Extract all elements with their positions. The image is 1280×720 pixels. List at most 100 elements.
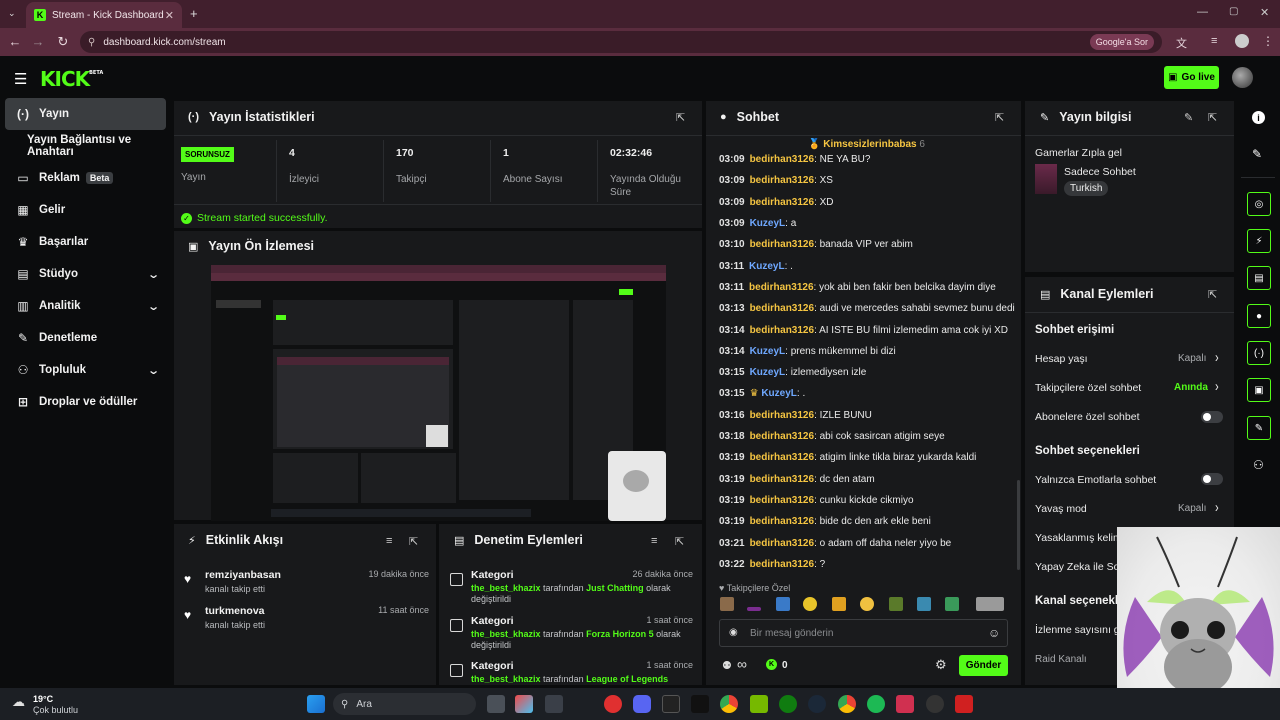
emote[interactable] [832,597,846,611]
spotify-icon[interactable] [867,695,885,713]
popout-icon[interactable]: ⇱ [1208,111,1217,124]
rail-chat-button[interactable]: ● [1247,304,1271,328]
popout-icon[interactable]: ⇱ [676,111,685,124]
rail-wrench-button[interactable]: ✎ [1247,416,1271,440]
account-age-label[interactable]: Hesap yaşı [1035,353,1088,365]
xbox-icon[interactable] [779,695,797,713]
profile-icon[interactable] [1235,34,1249,48]
stream-tag[interactable]: Turkish [1064,181,1109,196]
windows-start-icon[interactable] [307,695,325,713]
msg-user[interactable]: bedirhan3126 [750,538,814,549]
msg-user[interactable]: bedirhan3126 [750,303,814,314]
rail-lightning-button[interactable]: ⚡ [1247,229,1271,253]
emote[interactable] [945,597,959,611]
emote[interactable] [747,607,761,611]
app-icon[interactable] [545,695,563,713]
google-sor-button[interactable]: Google'a Sor [1089,34,1154,50]
go-live-button[interactable]: ▣ Go live [1164,66,1219,89]
filter-icon[interactable]: ≡ [386,535,392,547]
translate-icon[interactable]: 文 [1176,35,1187,51]
browser-tab[interactable]: K Stream - Kick Dashboard ✕ [26,2,182,28]
send-button[interactable]: Gönder [959,655,1008,676]
sidebar-item-studyo[interactable]: ▤ Stüdyo ⌄ [5,258,166,290]
rail-camera-button[interactable]: ◎ [1247,192,1271,216]
msg-user[interactable]: bedirhan3126 [750,410,814,421]
task-view-icon[interactable] [487,695,505,713]
rail-actions-button[interactable]: ▣ [1247,378,1271,402]
chevron-right-icon[interactable]: › [1215,379,1219,395]
msg-user[interactable]: KuzeyL [749,261,785,272]
pinned-gifter[interactable]: 🏅 Kimsesizlerinbabas 6 [808,139,925,150]
tab-close-icon[interactable]: ✕ [165,9,174,22]
emoji-icon[interactable]: ☺ [988,626,1000,640]
msg-user[interactable]: bedirhan3126 [750,474,814,485]
tiktok-icon[interactable] [691,695,709,713]
photos-icon[interactable] [515,695,533,713]
kick-logo[interactable]: KICKBETA [40,67,103,91]
emote[interactable] [776,597,790,611]
subs-chat-toggle[interactable] [1201,411,1223,423]
msg-user[interactable]: bedirhan3126 [750,495,814,506]
emote[interactable] [976,597,1004,611]
stream-category[interactable]: Sadece Sohbet [1064,166,1136,178]
emote[interactable] [889,597,903,611]
chrome-profile-icon[interactable] [838,695,856,713]
popout-icon[interactable]: ⇱ [995,111,1004,124]
stream-preview-video[interactable] [211,265,666,521]
weather-cloud-icon[interactable]: ☁ [12,694,25,710]
msg-user[interactable]: bedirhan3126 [749,282,813,293]
gear-icon[interactable]: ⚙ [935,657,947,673]
rail-broadcast-button[interactable]: (·) [1247,341,1271,365]
address-bar[interactable]: ⚲ dashboard.kick.com/stream [80,31,1162,53]
popout-icon[interactable]: ⇱ [1208,288,1217,301]
chevron-right-icon[interactable]: › [1215,500,1219,516]
msg-user[interactable]: bedirhan3126 [750,431,814,442]
obs-icon[interactable] [926,695,944,713]
minimize-icon[interactable]: — [1197,6,1208,18]
sidebar-item-yayin[interactable]: (·) Yayın [5,98,166,130]
emote-only-toggle[interactable] [1201,473,1223,485]
msg-user[interactable]: KuzeyL [750,346,786,357]
chrome-icon[interactable] [720,695,738,713]
msg-user[interactable]: bedirhan3126 [750,325,814,336]
steam-icon[interactable] [808,695,826,713]
msg-user[interactable]: KuzeyL [761,388,797,399]
chat-scrollbar[interactable] [1017,480,1020,570]
chat-input[interactable]: ◉ Bir mesaj gönderin ☺ [719,619,1008,647]
discord-icon[interactable] [633,695,651,713]
activity-user[interactable]: remziyanbasan [205,569,281,581]
emote[interactable] [917,597,931,611]
msg-user[interactable]: bedirhan3126 [750,559,814,570]
tab-list-icon[interactable]: ⌄ [8,8,16,19]
msg-user[interactable]: KuzeyL [750,218,786,229]
followers-chat-value[interactable]: Anında [1174,382,1208,393]
msg-user[interactable]: bedirhan3126 [750,175,814,186]
msg-user[interactable]: bedirhan3126 [750,452,814,463]
raid-label[interactable]: Raid Kanalı [1035,654,1087,665]
mod-user[interactable]: the_best_khazix [471,583,541,593]
info-icon[interactable]: i [1252,111,1265,124]
weather-temp[interactable]: 19°C [33,694,53,704]
slow-mode-label[interactable]: Yavaş mod [1035,503,1087,515]
chevron-right-icon[interactable]: › [1215,350,1219,366]
maximize-icon[interactable]: ▢ [1229,6,1238,17]
rail-document-button[interactable]: ▤ [1247,266,1271,290]
sidebar-item-stream-key[interactable]: Yayın Bağlantısı ve Anahtarı [5,130,166,162]
filter-icon[interactable]: ≡ [651,535,657,547]
site-info-icon[interactable]: ⚲ [88,37,95,48]
tiktok-live-icon[interactable] [896,695,914,713]
pinterest-icon[interactable] [604,695,622,713]
new-tab-icon[interactable]: + [190,6,198,21]
msg-user[interactable]: KuzeyL [750,367,786,378]
activity-user[interactable]: turkmenova [205,605,265,617]
pencil-icon[interactable]: ✎ [1252,147,1262,161]
hamburger-menu-icon[interactable]: ☰ [14,70,27,88]
edit-icon[interactable]: ✎ [1184,111,1193,124]
account-age-value[interactable]: Kapalı [1178,353,1206,364]
forward-icon[interactable]: → [26,34,50,49]
msg-user[interactable]: bedirhan3126 [750,516,814,527]
sidebar-item-gelir[interactable]: ▦ Gelir [5,194,166,226]
epic-games-icon[interactable] [662,695,680,713]
msg-user[interactable]: bedirhan3126 [750,154,814,165]
reload-icon[interactable]: ↻ [51,34,75,50]
